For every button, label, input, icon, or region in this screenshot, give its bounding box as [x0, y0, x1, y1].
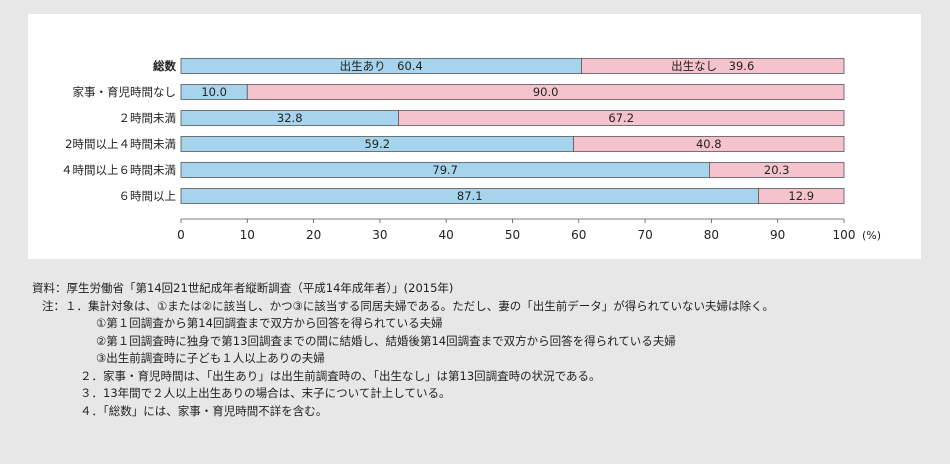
data-label: 32.8	[277, 111, 303, 125]
note-1-item-3: ③出生前調査時に子ども１人以上ありの夫婦	[96, 351, 325, 365]
data-label: 67.2	[608, 111, 634, 125]
note-3: ３．13年間で２人以上出生ありの場合は、末子について計上している。	[80, 386, 451, 400]
x-tick-label: 90	[770, 228, 785, 242]
x-tick-label: 30	[372, 228, 387, 242]
data-label: 出生なし 39.6	[671, 59, 754, 73]
note-2: ２．家事・育児時間は、「出生あり」は出生前調査時の、「出生なし」は第13回調査時…	[80, 368, 601, 383]
x-axis-unit: (%)	[862, 229, 881, 242]
data-label: 10.0	[201, 85, 227, 99]
data-label: 79.7	[432, 163, 458, 177]
chart-panel: 総数 出生あり 60.4 出生なし 39.6 家事・育児時間なし 10.0 90.0 ２時間…	[28, 14, 921, 259]
note-1: 注：１．集計対象は、①または②に該当し、かつ③に該当する同居夫婦である。ただし、…	[42, 298, 774, 313]
data-label: 59.2	[364, 137, 390, 151]
stacked-bar-chart: 総数 出生あり 60.4 出生なし 39.6 家事・育児時間なし 10.0 90.0 ２時間…	[61, 58, 881, 242]
x-tick-label: 60	[571, 228, 586, 242]
x-tick-label: 0	[177, 228, 185, 242]
x-tick-label: 50	[505, 228, 520, 242]
data-label: 20.3	[764, 163, 790, 177]
data-label: 87.1	[457, 189, 483, 203]
x-tick-label: 100	[833, 228, 856, 242]
note-4: ４．「総数」には、家事・育児時間不詳を含む。	[80, 403, 328, 418]
note-1-item-1: ①第１回調査から第14回調査まで双方から回答を得られている夫婦	[96, 316, 443, 330]
category-label: ２時間未満	[119, 111, 177, 125]
data-label: 90.0	[533, 85, 559, 99]
data-label: 12.9	[788, 189, 814, 203]
x-tick-label: 10	[240, 228, 255, 242]
x-tick-label: 40	[439, 228, 454, 242]
source-note: 資料：厚生労働省「第14回21世紀成年者縦断調査（平成14年成年者）」(2015…	[32, 281, 454, 295]
category-label: 家事・育児時間なし	[73, 85, 177, 99]
category-label: 総数	[153, 59, 176, 73]
x-tick-label: 70	[637, 228, 652, 242]
note-1-item-2: ②第１回調査時に独身で第13回調査までの間に結婚し、結婚後第14回調査まで双方か…	[96, 333, 676, 348]
category-label: ４時間以上６時間未満	[61, 163, 176, 177]
category-label: 2時間以上４時間未満	[65, 137, 176, 151]
x-tick-label: 20	[306, 228, 321, 242]
data-label: 40.8	[696, 137, 722, 151]
notes-section: 資料：厚生労働省「第14回21世紀成年者縦断調査（平成14年成年者）」(2015…	[32, 280, 932, 420]
x-tick-label: 80	[704, 228, 719, 242]
category-label: ６時間以上	[119, 189, 177, 203]
data-label: 出生あり 60.4	[340, 59, 423, 73]
